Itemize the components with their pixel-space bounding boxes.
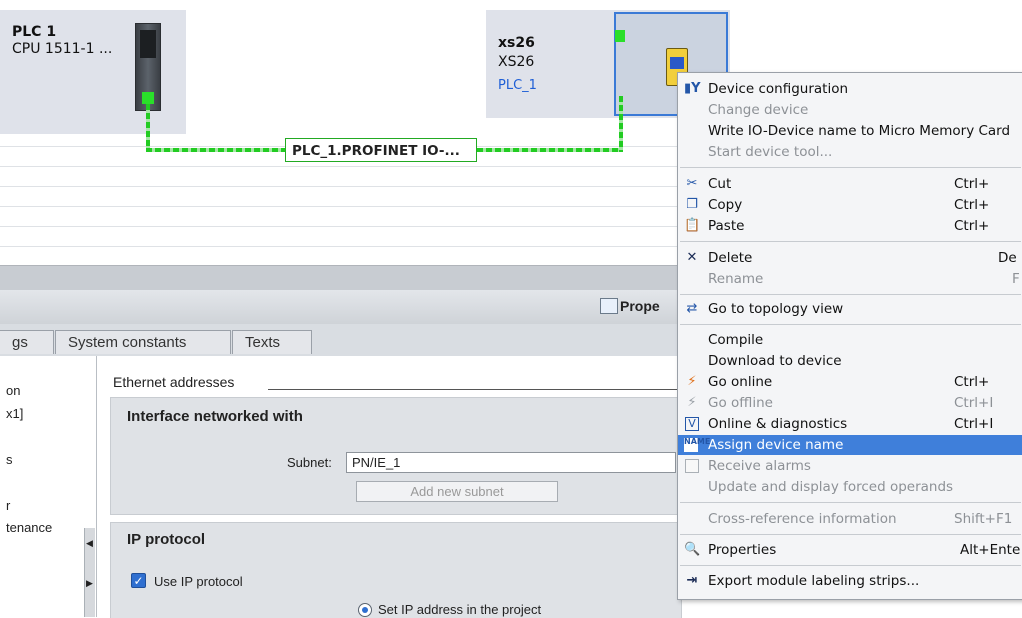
menu-item-download-to-device[interactable]: Download to device: [678, 351, 1022, 371]
menu-item-properties[interactable]: 🔍 Properties Alt+Ente: [678, 540, 1022, 560]
menu-separator: [680, 502, 1021, 503]
divider: [268, 389, 678, 390]
checkbox-icon: [685, 459, 699, 473]
subnet-select[interactable]: PN/IE_1: [346, 452, 676, 473]
menu-item-update-forced-operands[interactable]: Update and display forced operands: [678, 477, 1022, 497]
nav-item[interactable]: s: [6, 452, 13, 467]
tab-settings[interactable]: gs: [0, 330, 54, 354]
menu-separator: [680, 241, 1021, 242]
go-online-icon: ⚡: [687, 374, 697, 389]
menu-item-cross-reference[interactable]: Cross-reference information Shift+F1: [678, 509, 1022, 529]
menu-separator: [680, 324, 1021, 325]
menu-item-delete[interactable]: ✕ Delete De: [678, 248, 1022, 268]
io-device-title: xs26: [498, 35, 535, 51]
menu-item-go-to-topology-view[interactable]: ⇄ Go to topology view: [678, 299, 1022, 319]
topology-icon: ⇄: [686, 301, 698, 316]
menu-item-online-diagnostics[interactable]: V Online & diagnostics Ctrl+I: [678, 414, 1022, 434]
plc-title: PLC 1: [12, 24, 57, 40]
profinet-subnet-label[interactable]: PLC_1.PROFINET IO-...: [285, 138, 477, 162]
inspector-nav: on x1] s r tenance ◀ ▶: [0, 356, 97, 617]
ip-protocol-title: IP protocol: [127, 531, 206, 548]
add-new-subnet-button[interactable]: Add new subnet: [356, 481, 558, 502]
properties-icon: 🔍: [684, 542, 701, 557]
tab-texts[interactable]: Texts: [232, 330, 312, 354]
device-config-icon: ▮Y: [684, 81, 701, 96]
nav-item[interactable]: r: [6, 498, 10, 513]
io-network-link: [619, 96, 623, 152]
properties-icon: [600, 298, 618, 314]
diagnostics-icon: V: [685, 417, 699, 431]
tab-system-constants[interactable]: System constants: [55, 330, 231, 354]
menu-item-write-io-device-name[interactable]: Write IO-Device name to Micro Memory Car…: [678, 121, 1022, 141]
nav-item[interactable]: x1]: [6, 406, 23, 421]
menu-item-compile[interactable]: Compile: [678, 330, 1022, 350]
io-device-subtitle: XS26: [498, 54, 535, 70]
menu-item-paste[interactable]: 📋 Paste Ctrl+: [678, 216, 1022, 236]
profinet-line-left[interactable]: [146, 148, 286, 152]
nav-item[interactable]: tenance: [6, 520, 52, 535]
use-ip-label: Use IP protocol: [154, 574, 243, 589]
menu-item-assign-device-name[interactable]: NAME Assign device name: [678, 435, 1022, 455]
delete-icon: ✕: [686, 250, 698, 265]
plc-subtitle: CPU 1511-1 ...: [12, 41, 113, 57]
menu-item-start-device-tool[interactable]: Start device tool...: [678, 142, 1022, 162]
context-menu: ▮Y Device configuration Change device Wr…: [677, 72, 1022, 600]
menu-separator: [680, 167, 1021, 168]
interface-section-title: Interface networked with: [127, 408, 303, 425]
go-offline-icon: ⚡: [687, 395, 697, 410]
copy-icon: ❐: [686, 197, 698, 212]
menu-separator: [680, 534, 1021, 535]
menu-item-receive-alarms[interactable]: Receive alarms: [678, 456, 1022, 476]
ethernet-addresses-heading: Ethernet addresses: [113, 374, 235, 390]
paste-icon: 📋: [684, 218, 701, 233]
assign-name-icon: NAME: [684, 438, 710, 452]
plc-port-icon[interactable]: [142, 92, 154, 104]
nav-scrollbar[interactable]: ◀ ▶: [84, 528, 95, 617]
menu-item-copy[interactable]: ❐ Copy Ctrl+: [678, 195, 1022, 215]
menu-item-cut[interactable]: ✂ Cut Ctrl+: [678, 174, 1022, 194]
use-ip-checkbox[interactable]: ✓: [131, 573, 146, 588]
menu-item-change-device[interactable]: Change device: [678, 100, 1022, 120]
properties-tab[interactable]: Prope: [620, 298, 660, 314]
menu-item-go-offline[interactable]: ⚡ Go offline Ctrl+I: [678, 393, 1022, 413]
menu-item-go-online[interactable]: ⚡ Go online Ctrl+: [678, 372, 1022, 392]
io-port-icon[interactable]: [615, 30, 625, 42]
scroll-right-icon[interactable]: ▶: [86, 578, 93, 589]
plc-network-link: [146, 104, 150, 150]
menu-item-device-configuration[interactable]: ▮Y Device configuration: [678, 79, 1022, 99]
subnet-label: Subnet:: [287, 455, 332, 470]
scroll-left-icon[interactable]: ◀: [86, 538, 93, 549]
export-icon: ⇥: [686, 573, 698, 588]
nav-item[interactable]: on: [6, 383, 20, 398]
menu-separator: [680, 565, 1021, 566]
scissors-icon: ✂: [686, 176, 698, 191]
io-controller-link[interactable]: PLC_1: [498, 78, 537, 93]
menu-item-rename[interactable]: Rename F: [678, 269, 1022, 289]
set-ip-label: Set IP address in the project: [378, 602, 542, 617]
menu-separator: [680, 294, 1021, 295]
profinet-line-right[interactable]: [477, 148, 622, 152]
menu-item-export-labeling-strips[interactable]: ⇥ Export module labeling strips...: [678, 571, 1022, 591]
set-ip-radio[interactable]: [358, 603, 372, 617]
